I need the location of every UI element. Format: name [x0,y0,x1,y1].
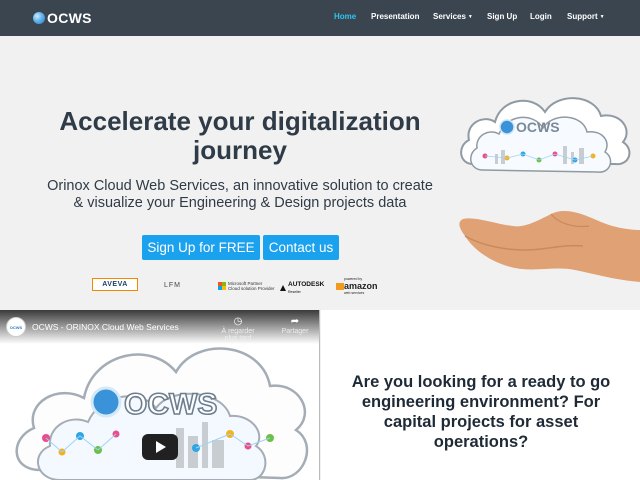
autodesk-logo: AUTODESK Reseller [280,281,324,295]
hero-subtitle: Orinox Cloud Web Services, an innovative… [47,178,433,211]
partner-logos: AVEVA LFM Microsoft Partner Cloud solutio… [90,276,400,300]
amazon-web-services-logo: powered by amazon web services [336,277,378,295]
video-title[interactable]: OCWS - ORINOX Cloud Web Services [32,322,179,332]
aws-sub: web services [344,291,365,295]
nav-presentation[interactable]: Presentation [371,12,419,21]
hand-illustration [459,211,640,282]
autodesk-label: AUTODESK [288,281,325,288]
lfm-logo: LFM [164,282,181,289]
microsoft-partner-sub: Cloud solution Provider [228,286,275,291]
aws-label: amazon [344,281,378,291]
watch-later-label: À regarder plus tard [221,328,255,342]
nav-services-label: Services [433,12,466,21]
nav-login[interactable]: Login [530,12,552,21]
navbar: OCWS Home Presentation Services ▼ Sign Up… [0,0,640,36]
nav-services[interactable]: Services ▼ [433,12,473,21]
autodesk-icon [280,285,286,291]
clock-icon: ◷ [233,316,243,327]
nav-home[interactable]: Home [334,12,356,21]
nav-signup[interactable]: Sign Up [487,12,517,21]
signup-free-button[interactable]: Sign Up for FREE [142,235,260,260]
autodesk-sub: Reseller [288,290,301,294]
share-button[interactable]: ➦ Partager [275,316,315,335]
watch-later-button[interactable]: ◷ À regarder plus tard [218,316,258,342]
share-icon: ➦ [290,316,300,327]
nav-support[interactable]: Support ▼ [567,12,605,21]
aws-box-icon [336,283,344,290]
caret-down-icon: ▼ [599,14,605,20]
cloud-icon [460,97,631,173]
aveva-logo: AVEVA [92,278,138,291]
globe-icon [33,12,45,24]
cloud-in-hand-illustration: OCWS [459,97,640,282]
video-player[interactable]: OCWS OCWS OCWS - ORINOX Cloud Web Servic… [0,310,320,480]
question-heading: Are you looking for a ready to go engine… [351,373,611,451]
brand-logo[interactable]: OCWS [33,10,92,26]
ocws-logo: OCWS [499,119,560,135]
microsoft-partner-logo: Microsoft Partner Cloud solution Provider [218,281,275,291]
nav-support-label: Support [567,12,598,21]
contact-us-button[interactable]: Contact us [263,235,339,260]
microsoft-icon [218,282,226,290]
caret-down-icon: ▼ [467,14,473,20]
video-thumb-brand: OCWS [124,388,217,421]
play-icon [156,441,166,453]
play-button[interactable] [142,434,178,460]
hero-section: Accelerate your digitalization journey O… [0,36,640,310]
art-brand: OCWS [516,119,560,135]
share-label: Partager [281,328,309,335]
video-ocws-logo: OCWS [90,386,218,422]
channel-avatar[interactable]: OCWS [6,317,26,337]
hero-title: Accelerate your digitalization journey [59,106,421,165]
brand-name: OCWS [47,10,92,26]
